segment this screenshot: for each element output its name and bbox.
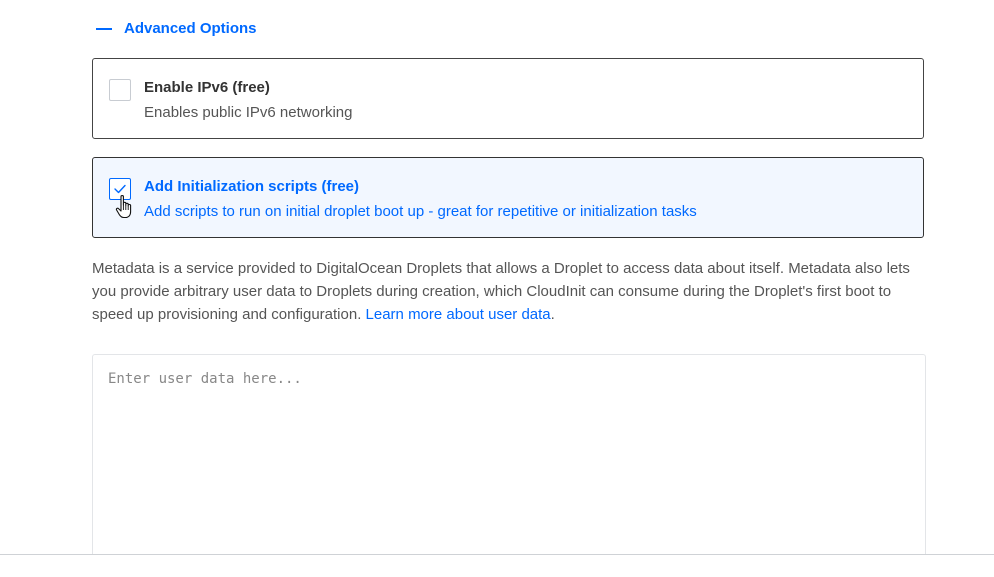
ipv6-option-description: Enables public IPv6 networking: [144, 104, 353, 121]
ipv6-option-card[interactable]: Enable IPv6 (free) Enables public IPv6 n…: [92, 58, 924, 139]
metadata-description-period: .: [550, 306, 555, 323]
hand-pointer-cursor-icon: [115, 194, 132, 219]
page: Advanced Options Enable IPv6 (free) Enab…: [0, 0, 994, 577]
learn-more-user-data-link[interactable]: Learn more about user data: [366, 306, 551, 323]
user-data-input[interactable]: [92, 354, 926, 577]
advanced-options-toggle[interactable]: Advanced Options: [96, 20, 257, 37]
minus-icon: [96, 27, 112, 30]
ipv6-option-title: Enable IPv6 (free): [144, 79, 270, 96]
init-scripts-option-description: Add scripts to run on initial droplet bo…: [144, 203, 697, 220]
ipv6-checkbox[interactable]: [109, 79, 131, 101]
init-scripts-option-title: Add Initialization scripts (free): [144, 178, 360, 195]
advanced-options-label: Advanced Options: [124, 20, 257, 37]
metadata-description: Metadata is a service provided to Digita…: [92, 257, 932, 326]
init-scripts-option-card[interactable]: Add Initialization scripts (free) Add sc…: [92, 157, 924, 238]
checkmark-icon: [114, 184, 126, 194]
bottom-blank-area: [0, 555, 994, 577]
